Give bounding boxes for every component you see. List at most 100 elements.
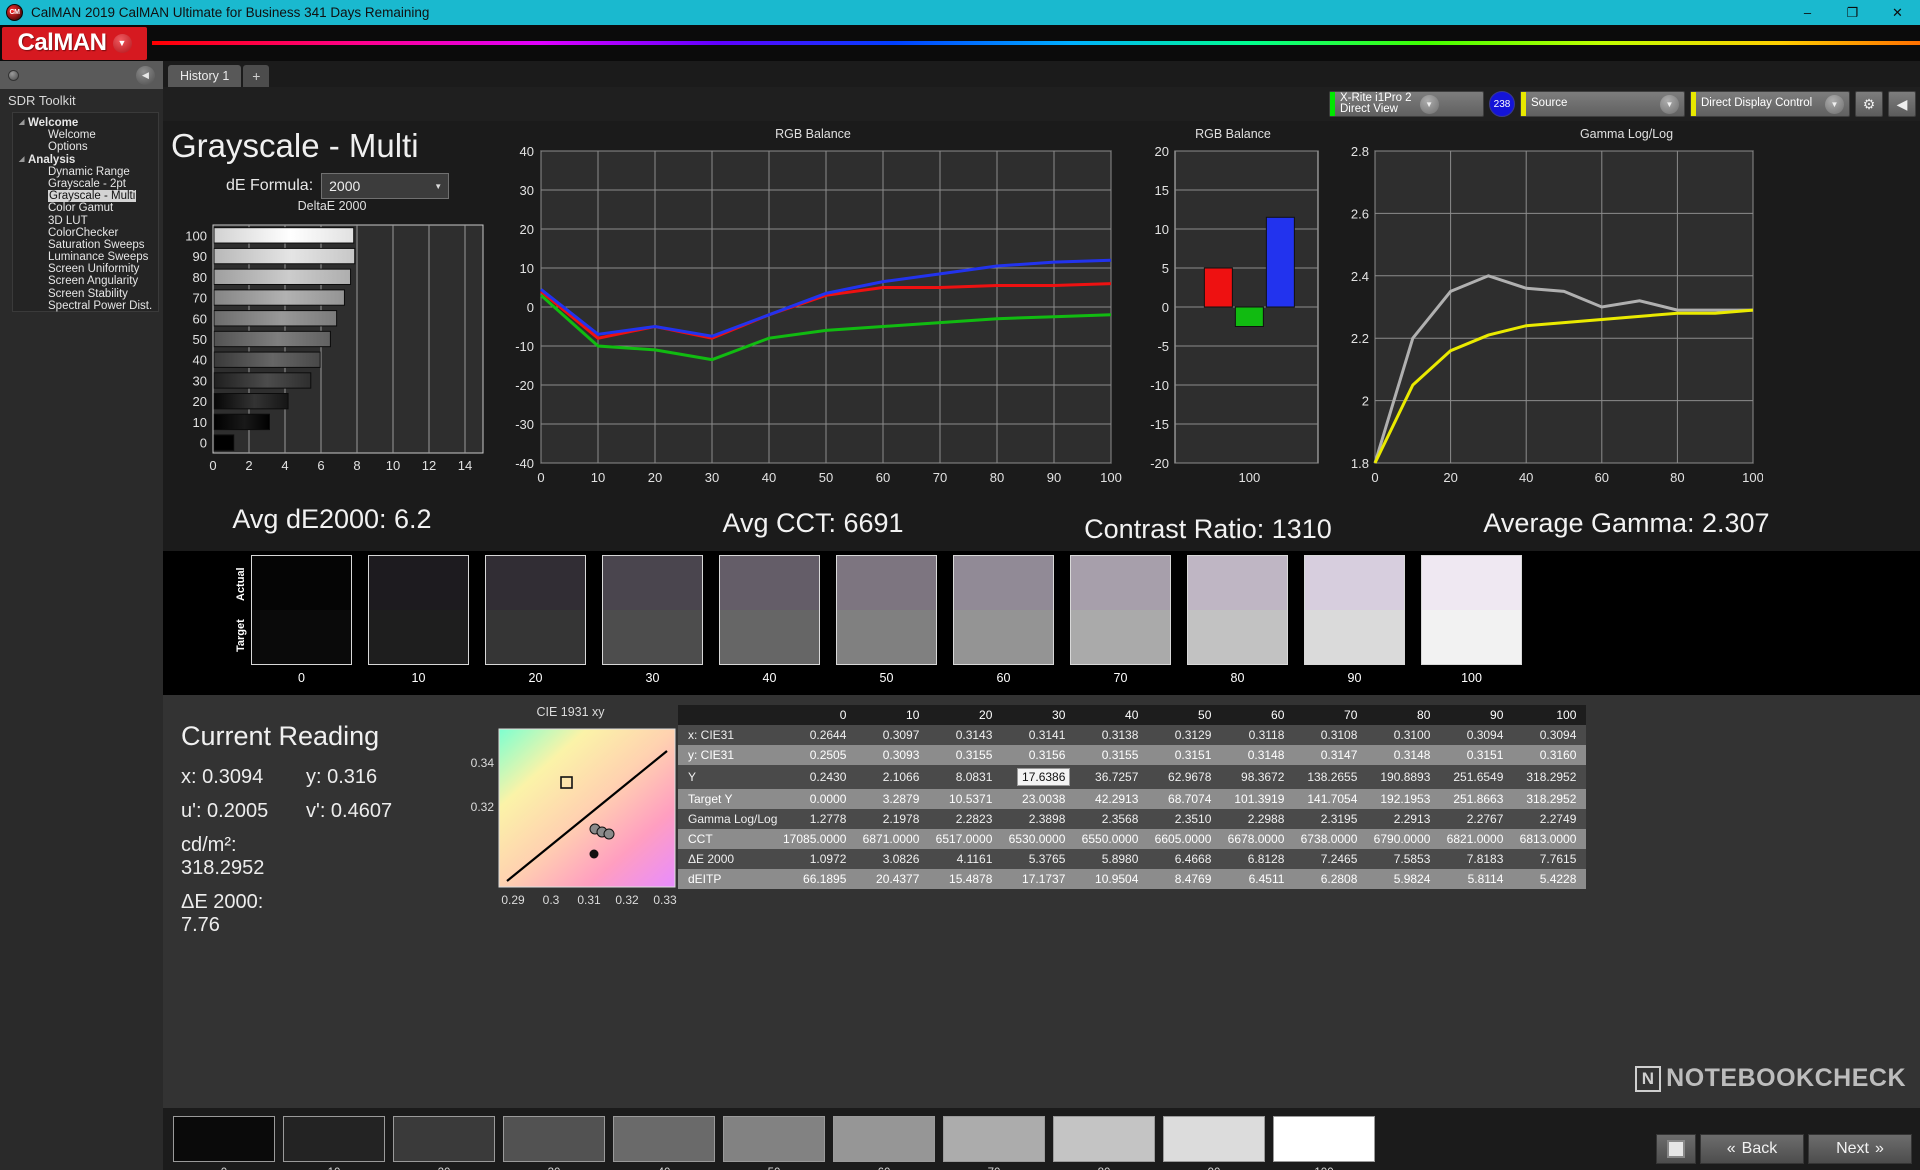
table-cell[interactable]: 6.4668	[1148, 849, 1222, 869]
table-cell[interactable]: 0.0000	[783, 789, 857, 809]
sidebar-item-screen-uniformity[interactable]: Screen Uniformity	[13, 263, 158, 275]
meter-selector[interactable]: X-Rite i1Pro 2 Direct View ▼	[1329, 91, 1484, 117]
source-selector[interactable]: Source ▼	[1520, 91, 1685, 117]
table-cell[interactable]: 6871.0000	[856, 829, 930, 849]
table-cell[interactable]: 4.1161	[929, 849, 1003, 869]
table-cell[interactable]: 6821.0000	[1440, 829, 1514, 849]
back-arrow-icon[interactable]: ◀	[1888, 91, 1916, 117]
table-cell[interactable]: 23.0038	[1002, 789, 1076, 809]
table-cell[interactable]: 318.2952	[1513, 765, 1587, 789]
table-cell[interactable]: 6813.0000	[1513, 829, 1587, 849]
add-tab-button[interactable]: +	[243, 65, 270, 87]
table-cell[interactable]: 8.4769	[1148, 869, 1222, 889]
chevron-down-icon[interactable]: ▼	[1825, 94, 1844, 114]
sidebar-item-color-gamut[interactable]: Color Gamut	[13, 202, 158, 214]
sidebar-item-grayscale-multi[interactable]: Grayscale - Multi	[13, 190, 158, 203]
sidebar-item-spectral-power-dist[interactable]: Spectral Power Dist.	[13, 300, 158, 312]
table-cell[interactable]: 101.3919	[1221, 789, 1295, 809]
table-cell[interactable]: 0.3151	[1440, 745, 1514, 765]
table-cell[interactable]: 17.1737	[1002, 869, 1076, 889]
sidebar-item-3d-lut[interactable]: 3D LUT	[13, 215, 158, 227]
table-cell[interactable]: 0.2644	[783, 725, 857, 745]
sidebar-item-grayscale-2pt[interactable]: Grayscale - 2pt	[13, 178, 158, 190]
table-cell[interactable]: 2.3568	[1075, 809, 1149, 829]
chevron-down-icon[interactable]: ▼	[1419, 94, 1439, 114]
table-cell[interactable]: 6678.0000	[1221, 829, 1295, 849]
footer-patch[interactable]: 70	[943, 1116, 1045, 1170]
table-cell[interactable]: 6.2808	[1294, 869, 1368, 889]
table-cell[interactable]: 6.4511	[1221, 869, 1295, 889]
table-cell[interactable]: 10.5371	[929, 789, 1003, 809]
table-cell[interactable]: 2.3898	[1002, 809, 1076, 829]
table-cell[interactable]: 2.1978	[856, 809, 930, 829]
table-cell[interactable]: 0.2505	[783, 745, 857, 765]
table-cell[interactable]: 2.2749	[1513, 809, 1587, 829]
table-cell[interactable]: 0.3143	[929, 725, 1003, 745]
table-cell[interactable]: 5.8980	[1075, 849, 1149, 869]
reading-count-badge[interactable]: 238	[1489, 91, 1515, 117]
table-cell[interactable]: 0.3141	[1002, 725, 1076, 745]
table-cell[interactable]: 0.3148	[1221, 745, 1295, 765]
sidebar-item-dynamic-range[interactable]: Dynamic Range	[13, 166, 158, 178]
table-cell[interactable]: 5.3765	[1002, 849, 1076, 869]
gear-icon[interactable]: ⚙	[1855, 91, 1883, 117]
chevron-down-icon[interactable]: ▼	[1660, 94, 1679, 114]
sidebar-item-options[interactable]: Options	[13, 141, 158, 153]
table-cell[interactable]: 17.6386	[1002, 765, 1076, 789]
table-cell[interactable]: 0.3094	[1513, 725, 1587, 745]
table-cell[interactable]: 98.3672	[1221, 765, 1295, 789]
table-cell[interactable]: 6605.0000	[1148, 829, 1222, 849]
table-cell[interactable]: 1.2778	[783, 809, 857, 829]
back-button[interactable]: « Back	[1700, 1134, 1804, 1164]
table-cell[interactable]: 0.3093	[856, 745, 930, 765]
table-cell[interactable]: 7.7615	[1513, 849, 1587, 869]
table-cell[interactable]: 251.6549	[1440, 765, 1514, 789]
footer-patch[interactable]: 30	[503, 1116, 605, 1170]
sidebar-item-welcome[interactable]: ◢ Welcome	[13, 117, 158, 129]
chevron-down-icon[interactable]: ▼	[112, 33, 132, 53]
table-cell[interactable]: 6.8128	[1221, 849, 1295, 869]
table-cell[interactable]: 0.3148	[1367, 745, 1441, 765]
table-cell[interactable]: 6550.0000	[1075, 829, 1149, 849]
maximize-button[interactable]: ❐	[1830, 0, 1875, 25]
table-cell[interactable]: 0.3151	[1148, 745, 1222, 765]
table-cell[interactable]: 0.3097	[856, 725, 930, 745]
close-button[interactable]: ✕	[1875, 0, 1920, 25]
table-cell[interactable]: 5.4228	[1513, 869, 1587, 889]
sidebar-item-screen-angularity[interactable]: Screen Angularity	[13, 275, 158, 287]
table-cell[interactable]: 1.0972	[783, 849, 857, 869]
table-cell[interactable]: 62.9678	[1148, 765, 1222, 789]
footer-patch[interactable]: 90	[1163, 1116, 1265, 1170]
sidebar-item-analysis[interactable]: ◢ Analysis	[13, 154, 158, 166]
table-cell[interactable]: 7.8183	[1440, 849, 1514, 869]
table-cell[interactable]: 15.4878	[929, 869, 1003, 889]
table-cell[interactable]: 10.9504	[1075, 869, 1149, 889]
table-cell[interactable]: 190.8893	[1367, 765, 1441, 789]
table-cell[interactable]: 8.0831	[929, 765, 1003, 789]
table-cell[interactable]: 0.3147	[1294, 745, 1368, 765]
table-cell[interactable]: 2.1066	[856, 765, 930, 789]
footer-patch[interactable]: 60	[833, 1116, 935, 1170]
sidebar-item-colorchecker[interactable]: ColorChecker	[13, 227, 158, 239]
sidebar-item-luminance-sweeps[interactable]: Luminance Sweeps	[13, 251, 158, 263]
table-cell[interactable]: 0.3155	[1075, 745, 1149, 765]
table-cell[interactable]: 2.3195	[1294, 809, 1368, 829]
table-cell[interactable]: 192.1953	[1367, 789, 1441, 809]
table-cell[interactable]: 7.5853	[1367, 849, 1441, 869]
tree-expander-icon[interactable]: ◢	[19, 154, 28, 166]
table-cell[interactable]: 0.2430	[783, 765, 857, 789]
table-cell[interactable]: 0.3156	[1002, 745, 1076, 765]
table-cell[interactable]: 0.3100	[1367, 725, 1441, 745]
table-cell[interactable]: 3.0826	[856, 849, 930, 869]
sidebar-item-screen-stability[interactable]: Screen Stability	[13, 288, 158, 300]
table-cell[interactable]: 0.3129	[1148, 725, 1222, 745]
tree-expander-icon[interactable]: ◢	[19, 117, 28, 129]
footer-patch[interactable]: 40	[613, 1116, 715, 1170]
footer-patch[interactable]: 10	[283, 1116, 385, 1170]
next-button[interactable]: Next »	[1808, 1134, 1912, 1164]
table-cell[interactable]: 66.1895	[783, 869, 857, 889]
table-cell[interactable]: 6517.0000	[929, 829, 1003, 849]
sidebar-item-welcome[interactable]: Welcome	[13, 129, 158, 141]
tab-history-1[interactable]: History 1	[168, 65, 242, 87]
table-cell[interactable]: 5.9824	[1367, 869, 1441, 889]
